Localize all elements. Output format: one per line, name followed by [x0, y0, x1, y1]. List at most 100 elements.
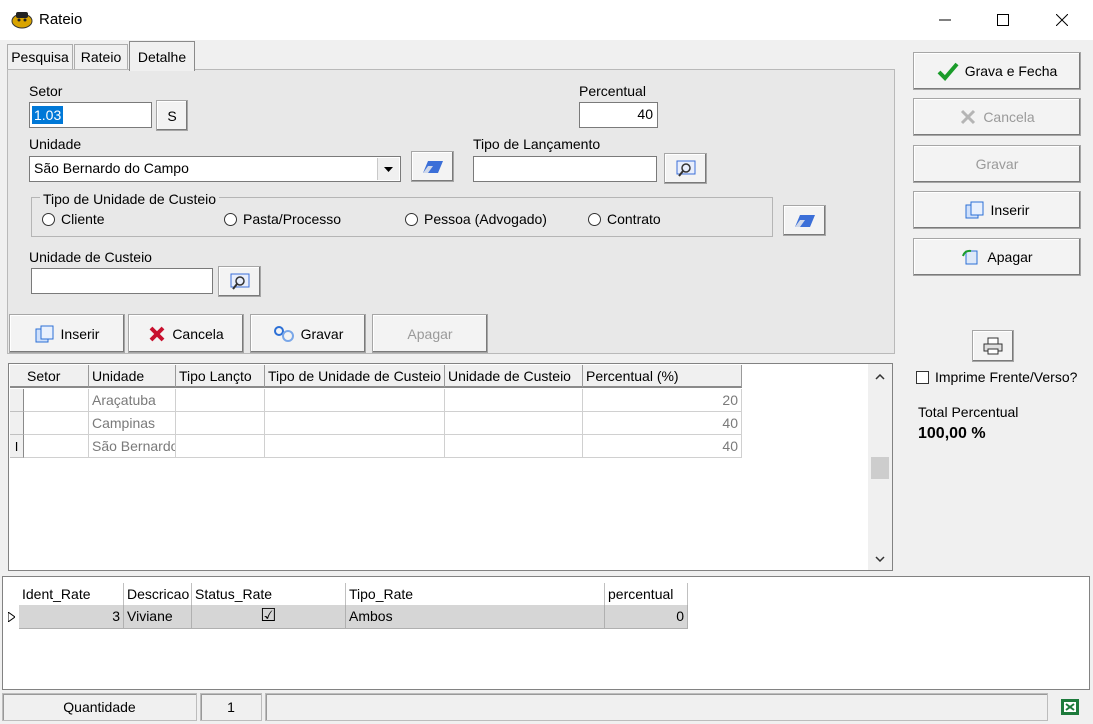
table-cell[interactable]: [265, 435, 445, 458]
unidade-value: São Bernardo do Campo: [34, 160, 189, 176]
unidade-dropdown-button[interactable]: [377, 158, 399, 180]
radio-pasta-processo-circle: [224, 212, 237, 226]
quantidade-value: 1: [200, 693, 262, 721]
scroll-thumb[interactable]: [871, 457, 889, 479]
table-cell[interactable]: [445, 435, 583, 458]
setor-input[interactable]: 1.03: [29, 102, 152, 128]
table-cell[interactable]: [445, 412, 583, 435]
table-cell[interactable]: Ambos: [346, 605, 605, 629]
table-cell[interactable]: 0: [605, 605, 688, 629]
title-bar: Rateio: [0, 0, 1093, 40]
unidade-label: Unidade: [29, 136, 82, 152]
maximize-button[interactable]: [974, 0, 1032, 40]
col-ident-rate[interactable]: Ident_Rate: [19, 583, 124, 605]
quantidade-label: Quantidade: [2, 693, 197, 721]
cancela-label: Cancela: [172, 325, 224, 342]
scroll-down-icon[interactable]: [872, 551, 888, 567]
radio-cliente[interactable]: Cliente: [42, 211, 105, 227]
eraser-icon: [794, 214, 815, 227]
search-icon: [676, 160, 695, 177]
setor-value: 1.03: [32, 106, 64, 124]
excel-export-button[interactable]: [1058, 696, 1082, 718]
table-cell[interactable]: [24, 435, 89, 458]
apagar-label: Apagar: [407, 325, 453, 342]
table-cell[interactable]: 40: [583, 412, 742, 435]
grid-corner: [10, 365, 25, 388]
col-percentual-rate[interactable]: percentual: [605, 583, 688, 605]
col-tipo-lancto[interactable]: Tipo Lançto: [176, 365, 265, 388]
table-cell[interactable]: 40: [583, 435, 742, 458]
unidade-clear-button[interactable]: [411, 151, 454, 182]
col-percentual[interactable]: Percentual (%): [583, 365, 742, 388]
print-button[interactable]: [972, 330, 1014, 362]
text-cursor-icon[interactable]: I: [10, 435, 24, 458]
table-cell[interactable]: Araçatuba: [89, 389, 176, 412]
right-cancela-label: Cancela: [983, 109, 1035, 125]
table-cell[interactable]: São Bernardo: [89, 435, 176, 458]
right-apagar-button[interactable]: Apagar: [913, 238, 1081, 276]
apagar-button[interactable]: Apagar: [372, 314, 488, 353]
setor-lookup-button[interactable]: S: [156, 100, 188, 131]
col-unidade[interactable]: Unidade: [89, 365, 176, 388]
total-percentual-value: 100,00 %: [918, 425, 986, 442]
tipo-lancamento-search-button[interactable]: [664, 153, 707, 184]
table-cell[interactable]: [265, 389, 445, 412]
table-cell[interactable]: [176, 389, 265, 412]
checkmark-icon: [937, 62, 959, 81]
percentual-input[interactable]: 40: [579, 102, 658, 128]
col-tipo-unidade-custeio[interactable]: Tipo de Unidade de Custeio: [265, 365, 445, 388]
unidade-select[interactable]: São Bernardo do Campo: [29, 156, 401, 182]
radio-contrato[interactable]: Contrato: [588, 211, 661, 227]
row-indicator[interactable]: [10, 389, 24, 412]
minimize-icon: [939, 19, 951, 21]
unidade-custeio-search-button[interactable]: [218, 266, 261, 297]
close-button[interactable]: [1033, 0, 1091, 40]
table-cell[interactable]: [176, 435, 265, 458]
col-status-rate[interactable]: Status_Rate: [192, 583, 346, 605]
table-cell[interactable]: [265, 412, 445, 435]
tipo-unidade-clear-button[interactable]: [783, 205, 826, 236]
unidade-custeio-input[interactable]: [31, 268, 213, 294]
col-tipo-rate[interactable]: Tipo_Rate: [346, 583, 605, 605]
table-cell[interactable]: Viviane: [124, 605, 192, 629]
table-cell[interactable]: [445, 389, 583, 412]
grava-fecha-label: Grava e Fecha: [964, 63, 1058, 79]
table-cell[interactable]: [24, 412, 89, 435]
right-inserir-button[interactable]: Inserir: [913, 191, 1081, 229]
table-cell[interactable]: [176, 412, 265, 435]
cancela-button[interactable]: Cancela: [128, 314, 244, 353]
table-cell[interactable]: Campinas: [89, 412, 176, 435]
radio-contrato-circle: [588, 212, 601, 226]
minimize-button[interactable]: [916, 0, 974, 40]
col-descricao[interactable]: Descricao: [124, 583, 192, 605]
radio-pasta-processo[interactable]: Pasta/Processo: [224, 211, 341, 227]
inserir-button[interactable]: Inserir: [9, 314, 125, 353]
app-logo-icon: [11, 12, 33, 29]
table-cell[interactable]: 20: [583, 389, 742, 412]
cancel-x-icon: [961, 109, 976, 125]
eraser-icon: [422, 160, 443, 173]
copy-icon: [965, 201, 984, 219]
right-cancela-button[interactable]: Cancela: [913, 98, 1081, 136]
right-gravar-label: Gravar: [975, 156, 1019, 172]
col-setor[interactable]: Setor: [24, 365, 89, 388]
right-gravar-button[interactable]: Gravar: [913, 145, 1081, 183]
tab-pesquisa[interactable]: Pesquisa: [7, 44, 73, 69]
chevron-down-icon: [384, 166, 393, 172]
tab-detalhe[interactable]: Detalhe: [129, 41, 195, 71]
imprime-frente-verso-checkbox[interactable]: Imprime Frente/Verso?: [916, 369, 1077, 385]
gravar-button[interactable]: Gravar: [250, 314, 366, 353]
grava-fecha-button[interactable]: Grava e Fecha: [913, 52, 1081, 90]
cancel-x-icon: [149, 326, 165, 341]
tipo-lancamento-input[interactable]: [473, 156, 657, 182]
row-indicator[interactable]: [10, 412, 24, 435]
table-cell[interactable]: 3: [19, 605, 124, 629]
col-unidade-custeio[interactable]: Unidade de Custeio: [445, 365, 583, 388]
table-cell[interactable]: [24, 389, 89, 412]
gravar-label: Gravar: [300, 325, 344, 342]
tab-rateio[interactable]: Rateio: [74, 44, 128, 69]
scroll-up-icon[interactable]: [872, 369, 888, 385]
tipo-lancamento-label: Tipo de Lançamento: [473, 136, 601, 152]
radio-pessoa-advogado[interactable]: Pessoa (Advogado): [405, 211, 547, 227]
status-rate-checkbox[interactable]: ☑: [192, 605, 346, 629]
